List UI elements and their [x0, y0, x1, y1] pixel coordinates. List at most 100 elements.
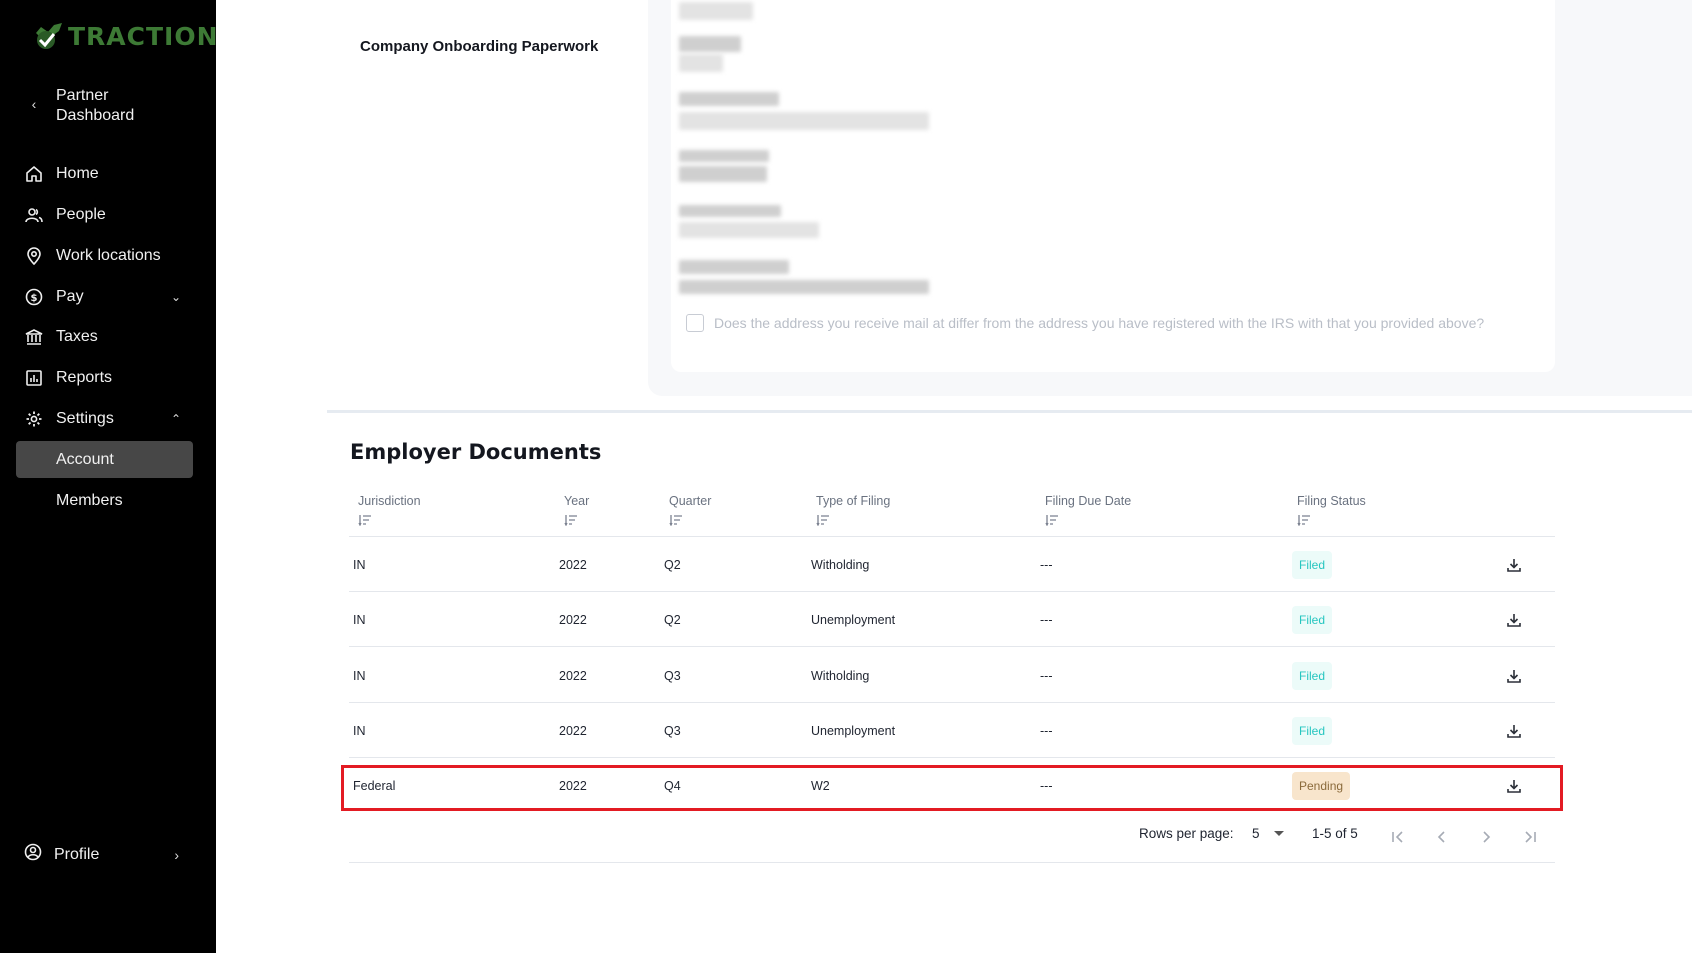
sidebar-item-pay[interactable]: $ Pay ⌄ — [16, 278, 193, 315]
traction-logo[interactable]: TRACTION — [32, 22, 219, 51]
pagination-range: 1-5 of 5 — [1312, 826, 1358, 841]
employer-documents-title: Employer Documents — [350, 440, 602, 464]
chevron-right-icon: › — [174, 846, 179, 863]
cell-year: 2022 — [559, 723, 587, 738]
section-divider — [327, 410, 1692, 413]
status-badge: Filed — [1292, 716, 1333, 745]
home-icon — [24, 164, 44, 184]
cell-year: 2022 — [559, 557, 587, 572]
download-icon[interactable] — [1506, 648, 1522, 703]
bank-icon — [24, 327, 44, 347]
column-header-type-of-filing[interactable]: Type of Filing — [816, 494, 890, 529]
sidebar-item-label: Home — [56, 164, 99, 182]
section-label: Company Onboarding Paperwork — [360, 38, 599, 55]
sort-icon[interactable] — [564, 514, 589, 529]
download-icon[interactable] — [1506, 703, 1522, 758]
next-page-icon[interactable] — [1475, 826, 1497, 848]
cell-quarter: Q2 — [664, 557, 681, 572]
people-icon — [24, 205, 44, 225]
sort-icon[interactable] — [816, 514, 890, 529]
download-icon[interactable] — [1506, 537, 1522, 592]
table-row[interactable]: IN 2022 Q2 Unemployment --- Filed — [349, 592, 1555, 647]
table-row[interactable]: IN 2022 Q3 Witholding --- Filed — [349, 648, 1555, 703]
caret-down-icon — [1273, 830, 1284, 836]
column-header-quarter[interactable]: Quarter — [669, 494, 711, 529]
column-header-jurisdiction[interactable]: Jurisdiction — [358, 494, 421, 529]
cell-year: 2022 — [559, 612, 587, 627]
previous-page-icon[interactable] — [1431, 826, 1453, 848]
sidebar-item-label: Taxes — [56, 327, 98, 345]
report-chart-icon — [24, 368, 44, 388]
sidebar-item-label: People — [56, 205, 106, 223]
cell-jurisdiction: IN — [353, 612, 366, 627]
cell-filing-due-date: --- — [1040, 612, 1053, 627]
last-page-icon[interactable] — [1519, 826, 1541, 848]
sidebar-item-work-locations[interactable]: Work locations — [16, 237, 193, 274]
chevron-up-icon: ⌃ — [170, 411, 181, 426]
status-badge: Filed — [1292, 550, 1333, 579]
rows-per-page-value: 5 — [1252, 826, 1260, 841]
sidebar-item-reports[interactable]: Reports — [16, 359, 193, 396]
sidebar: TRACTION ‹ Partner Dashboard Home People… — [0, 0, 219, 953]
column-header-label: Filing Due Date — [1045, 494, 1132, 508]
column-header-year[interactable]: Year — [564, 494, 589, 529]
sidebar-item-label: Work locations — [56, 246, 161, 264]
mail-address-question: Does the address you receive mail at dif… — [714, 315, 1485, 331]
svg-text:$: $ — [31, 293, 38, 304]
status-badge: Filed — [1292, 661, 1333, 690]
cell-type-of-filing: Unemployment — [811, 723, 896, 738]
cell-type-of-filing: Witholding — [811, 557, 870, 572]
sort-icon[interactable] — [358, 514, 421, 529]
row-highlight-box — [341, 765, 1563, 811]
sidebar-item-label: Members — [56, 491, 123, 509]
checkbox[interactable] — [686, 314, 704, 332]
logo-text: TRACTION — [68, 22, 219, 51]
mail-address-checkbox[interactable]: Does the address you receive mail at dif… — [686, 314, 1484, 332]
column-header-filing-due-date[interactable]: Filing Due Date — [1045, 494, 1131, 529]
column-header-label: Year — [564, 494, 590, 508]
profile-label: Profile — [54, 845, 100, 863]
sidebar-item-label: Pay — [56, 287, 84, 305]
cell-quarter: Q3 — [664, 723, 681, 738]
location-pin-icon — [24, 246, 44, 266]
first-page-icon[interactable] — [1387, 826, 1409, 848]
partner-dashboard-link[interactable]: ‹ Partner Dashboard — [22, 86, 166, 126]
cell-filing-due-date: --- — [1040, 723, 1053, 738]
cell-quarter: Q2 — [664, 612, 681, 627]
cell-type-of-filing: Unemployment — [811, 612, 896, 627]
sidebar-item-people[interactable]: People — [16, 196, 193, 233]
sidebar-item-home[interactable]: Home — [16, 155, 193, 192]
cell-filing-due-date: --- — [1040, 668, 1053, 683]
sidebar-item-members[interactable]: Members — [16, 482, 193, 519]
sidebar-item-settings[interactable]: Settings ⌃ — [16, 400, 193, 437]
sort-icon[interactable] — [669, 514, 711, 529]
sidebar-item-label: Settings — [56, 409, 114, 427]
sidebar-item-taxes[interactable]: Taxes — [16, 318, 193, 355]
table-row[interactable]: IN 2022 Q3 Unemployment --- Filed — [349, 703, 1555, 758]
cell-year: 2022 — [559, 668, 587, 683]
column-header-label: Jurisdiction — [358, 494, 421, 508]
column-header-label: Quarter — [669, 494, 712, 508]
cell-jurisdiction: IN — [353, 723, 366, 738]
rows-per-page-select[interactable]: 5 — [1252, 826, 1284, 841]
download-icon[interactable] — [1506, 592, 1522, 647]
logo-mark-icon — [36, 22, 62, 49]
sort-icon[interactable] — [1297, 514, 1366, 529]
table-bottom-divider — [349, 862, 1555, 863]
sidebar-item-account[interactable]: Account — [16, 441, 193, 478]
column-header-filing-status[interactable]: Filing Status — [1297, 494, 1366, 529]
user-circle-icon — [24, 843, 42, 866]
cell-type-of-filing: Witholding — [811, 668, 870, 683]
dollar-circle-icon: $ — [24, 287, 44, 307]
cell-jurisdiction: IN — [353, 557, 366, 572]
sort-icon[interactable] — [1045, 514, 1131, 529]
gear-icon — [24, 409, 44, 429]
rows-per-page-label: Rows per page: — [1139, 826, 1234, 841]
table-row[interactable]: IN 2022 Q2 Witholding --- Filed — [349, 537, 1555, 592]
sidebar-item-profile[interactable]: Profile › — [16, 836, 193, 873]
cell-filing-due-date: --- — [1040, 557, 1053, 572]
sidebar-item-label: Reports — [56, 368, 113, 386]
chevron-left-icon: ‹ — [31, 96, 37, 112]
chevron-down-icon: ⌄ — [170, 289, 181, 304]
column-header-label: Filing Status — [1297, 494, 1366, 508]
